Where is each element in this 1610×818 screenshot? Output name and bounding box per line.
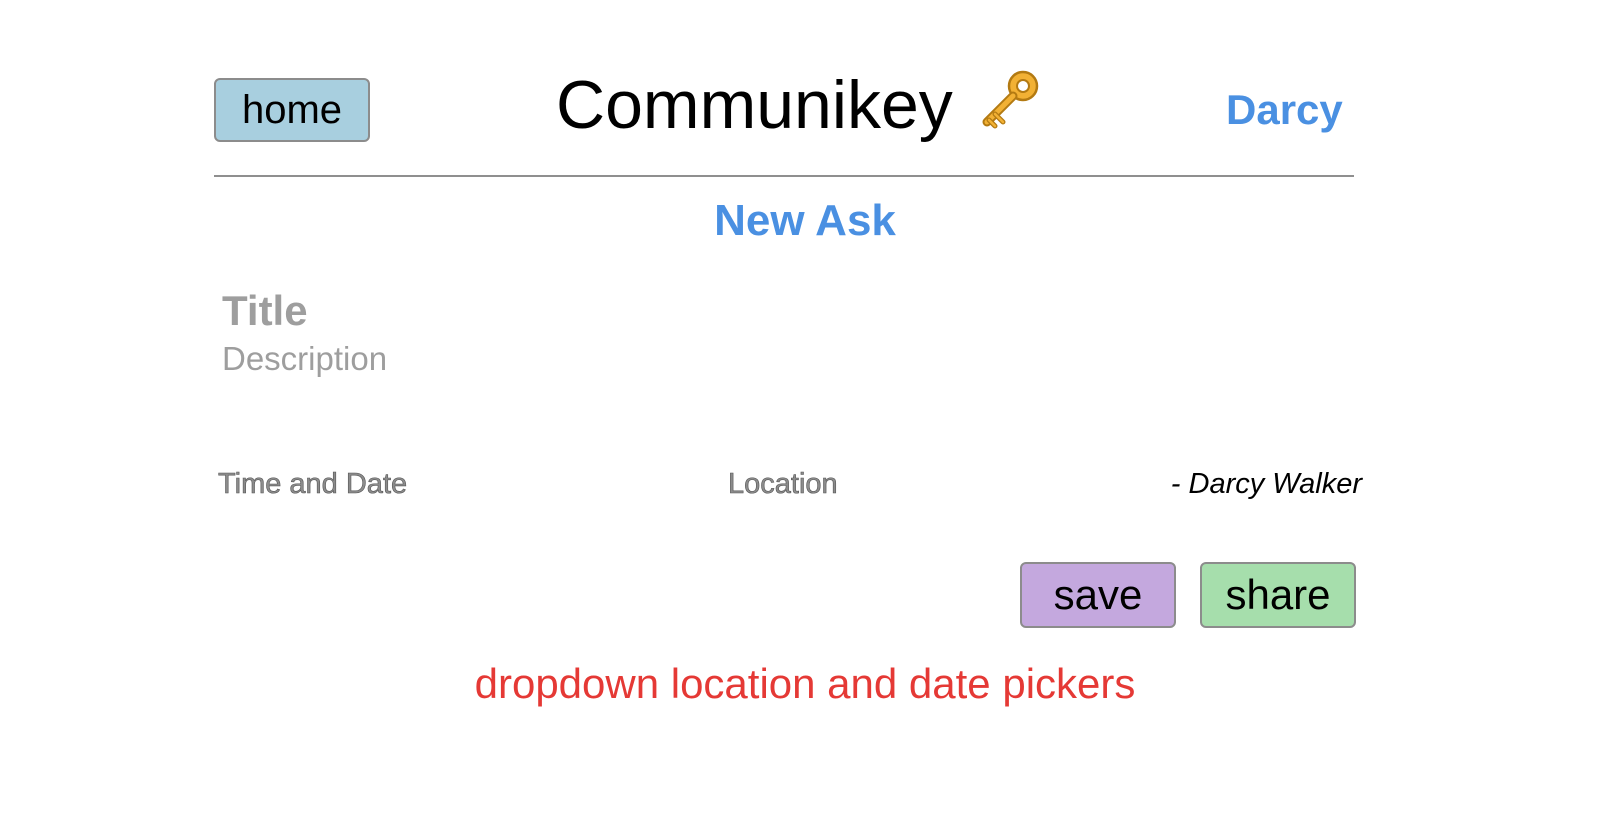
description-input[interactable] xyxy=(222,340,1122,430)
title-input[interactable] xyxy=(222,283,822,339)
home-button[interactable]: home xyxy=(214,78,370,142)
time-date-picker[interactable]: Time and Date xyxy=(218,468,408,501)
location-picker[interactable]: Location xyxy=(728,468,838,501)
form-heading: New Ask xyxy=(714,196,896,245)
app-title: Communikey xyxy=(556,60,1043,150)
key-icon xyxy=(982,70,1039,129)
app-title-text: Communikey xyxy=(556,67,953,143)
user-profile-link[interactable]: Darcy xyxy=(1226,86,1343,134)
header-divider xyxy=(214,175,1354,177)
new-ask-page: home Communikey Darcy New Ask Time and D… xyxy=(0,0,1610,818)
save-button[interactable]: save xyxy=(1020,562,1176,628)
share-button[interactable]: share xyxy=(1200,562,1356,628)
author-signature: - Darcy Walker xyxy=(1170,468,1362,500)
design-annotation: dropdown location and date pickers xyxy=(474,660,1136,707)
